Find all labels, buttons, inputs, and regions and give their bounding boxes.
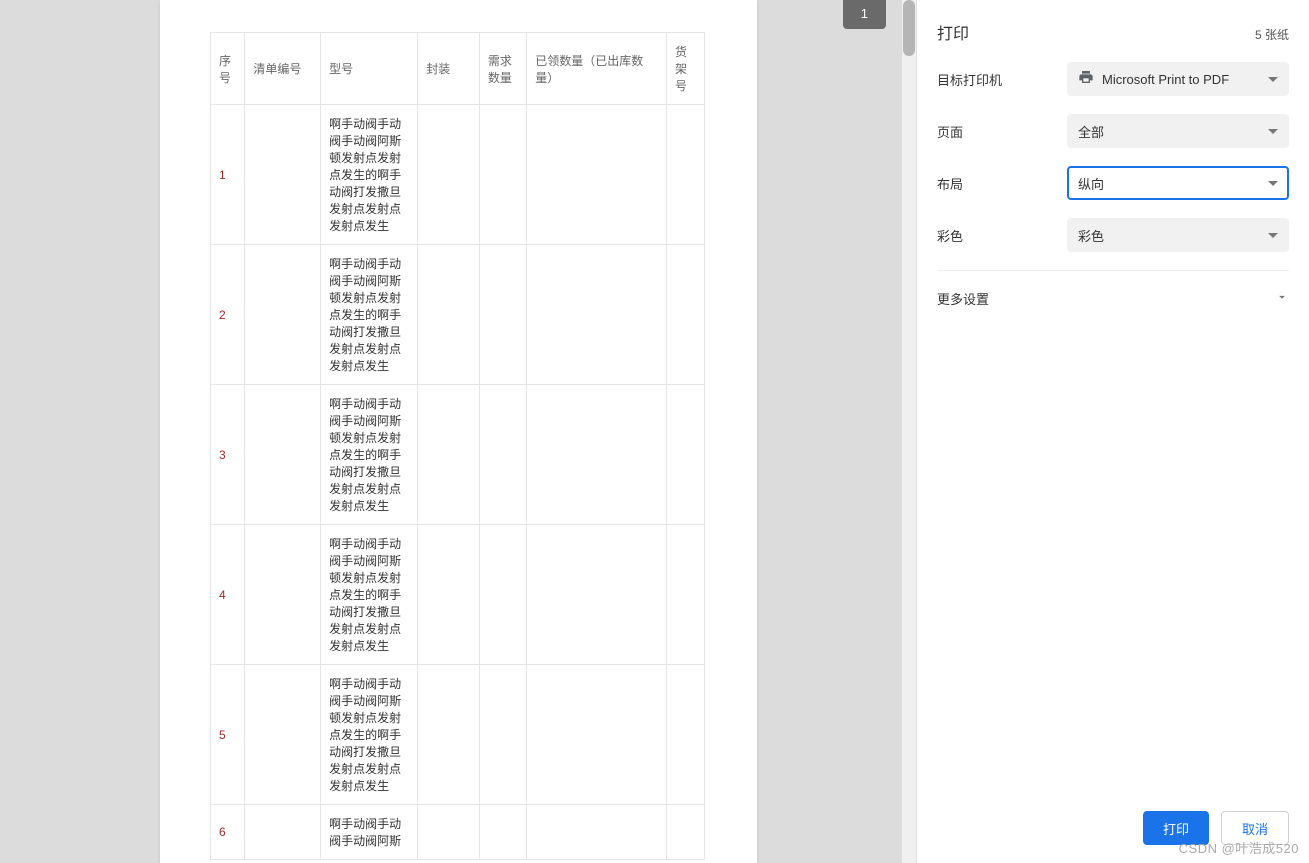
td-req <box>479 525 526 665</box>
select-printer[interactable]: Microsoft Print to PDF <box>1067 62 1289 96</box>
td-req <box>479 245 526 385</box>
th-model: 型号 <box>321 33 418 105</box>
td-shelf <box>667 665 705 805</box>
td-model: 啊手动阀手动阀手动阀阿斯顿发射点发射点发生的啊手动阀打发撒旦发射点发射点发射点发… <box>321 105 418 245</box>
td-got <box>527 245 667 385</box>
td-code <box>245 105 321 245</box>
td-req <box>479 385 526 525</box>
select-color[interactable]: 彩色 <box>1067 218 1289 252</box>
td-code <box>245 665 321 805</box>
td-code <box>245 245 321 385</box>
td-seq: 2 <box>211 245 245 385</box>
panel-footer: 打印 取消 <box>917 795 1309 863</box>
select-color-value: 彩色 <box>1078 226 1268 245</box>
select-pages-value: 全部 <box>1078 122 1268 141</box>
td-seq: 3 <box>211 385 245 525</box>
select-layout[interactable]: 纵向 <box>1067 166 1289 200</box>
td-code <box>245 805 321 860</box>
th-seq: 序号 <box>211 33 245 105</box>
table-row: 6 啊手动阀手动阀手动阀阿斯 <box>211 805 705 860</box>
preview-scrollbar[interactable] <box>902 0 916 863</box>
panel-title: 打印 <box>937 20 969 44</box>
select-pages[interactable]: 全部 <box>1067 114 1289 148</box>
td-model: 啊手动阀手动阀手动阀阿斯顿发射点发射点发生的啊手动阀打发撒旦发射点发射点发射点发… <box>321 525 418 665</box>
td-seq: 6 <box>211 805 245 860</box>
td-model: 啊手动阀手动阀手动阀阿斯顿发射点发射点发生的啊手动阀打发撒旦发射点发射点发射点发… <box>321 665 418 805</box>
td-shelf <box>667 105 705 245</box>
chevron-down-icon <box>1268 181 1278 186</box>
th-code: 清单编号 <box>245 33 321 105</box>
td-seq: 4 <box>211 525 245 665</box>
chevron-down-icon <box>1268 233 1278 238</box>
page-number-badge: 1 <box>843 0 886 29</box>
chevron-down-icon <box>1268 129 1278 134</box>
field-layout: 布局 纵向 <box>937 166 1289 200</box>
td-shelf <box>667 245 705 385</box>
td-pkg <box>418 805 480 860</box>
field-pages: 页面 全部 <box>937 114 1289 148</box>
td-got <box>527 385 667 525</box>
cancel-button[interactable]: 取消 <box>1221 811 1289 845</box>
td-pkg <box>418 105 480 245</box>
td-shelf <box>667 805 705 860</box>
th-req: 需求数量 <box>479 33 526 105</box>
table-row: 1 啊手动阀手动阀手动阀阿斯顿发射点发射点发生的啊手动阀打发撒旦发射点发射点发射点… <box>211 105 705 245</box>
td-shelf <box>667 385 705 525</box>
select-layout-value: 纵向 <box>1078 174 1268 193</box>
td-model: 啊手动阀手动阀手动阀阿斯 <box>321 805 418 860</box>
th-got: 已领数量（已出库数量） <box>527 33 667 105</box>
th-shelf: 货架号 <box>667 33 705 105</box>
td-code <box>245 525 321 665</box>
td-pkg <box>418 525 480 665</box>
chevron-down-icon <box>1275 290 1289 307</box>
th-pkg: 封装 <box>418 33 480 105</box>
select-printer-value: Microsoft Print to PDF <box>1102 72 1268 87</box>
preview-page-sheet: 序号 清单编号 型号 封装 需求数量 已领数量（已出库数量） 货架号 1 啊手动阀… <box>160 0 757 863</box>
label-pages: 页面 <box>937 122 1067 141</box>
label-layout: 布局 <box>937 174 1067 193</box>
td-got <box>527 805 667 860</box>
td-code <box>245 385 321 525</box>
td-pkg <box>418 665 480 805</box>
table-header-row: 序号 清单编号 型号 封装 需求数量 已领数量（已出库数量） 货架号 <box>211 33 705 105</box>
td-got <box>527 665 667 805</box>
panel-body: 打印 5 张纸 目标打印机 Microsoft Print to PDF 页面 … <box>917 0 1309 795</box>
scrollbar-thumb[interactable] <box>903 0 915 56</box>
table-row: 3 啊手动阀手动阀手动阀阿斯顿发射点发射点发生的啊手动阀打发撒旦发射点发射点发射点… <box>211 385 705 525</box>
td-req <box>479 805 526 860</box>
td-model: 啊手动阀手动阀手动阀阿斯顿发射点发射点发生的啊手动阀打发撒旦发射点发射点发射点发… <box>321 385 418 525</box>
table-row: 4 啊手动阀手动阀手动阀阿斯顿发射点发射点发生的啊手动阀打发撒旦发射点发射点发射点… <box>211 525 705 665</box>
more-settings-label: 更多设置 <box>937 289 989 308</box>
print-preview-area: 序号 清单编号 型号 封装 需求数量 已领数量（已出库数量） 货架号 1 啊手动阀… <box>0 0 916 863</box>
td-got <box>527 525 667 665</box>
print-button[interactable]: 打印 <box>1143 811 1209 845</box>
td-req <box>479 105 526 245</box>
field-printer: 目标打印机 Microsoft Print to PDF <box>937 62 1289 96</box>
label-color: 彩色 <box>937 226 1067 245</box>
chevron-down-icon <box>1268 77 1278 82</box>
label-printer: 目标打印机 <box>937 70 1067 89</box>
td-seq: 5 <box>211 665 245 805</box>
td-pkg <box>418 385 480 525</box>
table-row: 2 啊手动阀手动阀手动阀阿斯顿发射点发射点发生的啊手动阀打发撒旦发射点发射点发射点… <box>211 245 705 385</box>
page-count: 5 张纸 <box>1255 26 1289 43</box>
td-got <box>527 105 667 245</box>
preview-table: 序号 清单编号 型号 封装 需求数量 已领数量（已出库数量） 货架号 1 啊手动阀… <box>210 32 705 860</box>
td-shelf <box>667 525 705 665</box>
td-req <box>479 665 526 805</box>
panel-title-row: 打印 5 张纸 <box>937 20 1289 44</box>
print-settings-panel: 打印 5 张纸 目标打印机 Microsoft Print to PDF 页面 … <box>916 0 1309 863</box>
table-row: 5 啊手动阀手动阀手动阀阿斯顿发射点发射点发生的啊手动阀打发撒旦发射点发射点发射点… <box>211 665 705 805</box>
more-settings[interactable]: 更多设置 <box>937 270 1289 326</box>
td-model: 啊手动阀手动阀手动阀阿斯顿发射点发射点发生的啊手动阀打发撒旦发射点发射点发射点发… <box>321 245 418 385</box>
td-seq: 1 <box>211 105 245 245</box>
td-pkg <box>418 245 480 385</box>
field-color: 彩色 彩色 <box>937 218 1289 252</box>
printer-icon <box>1078 69 1094 90</box>
